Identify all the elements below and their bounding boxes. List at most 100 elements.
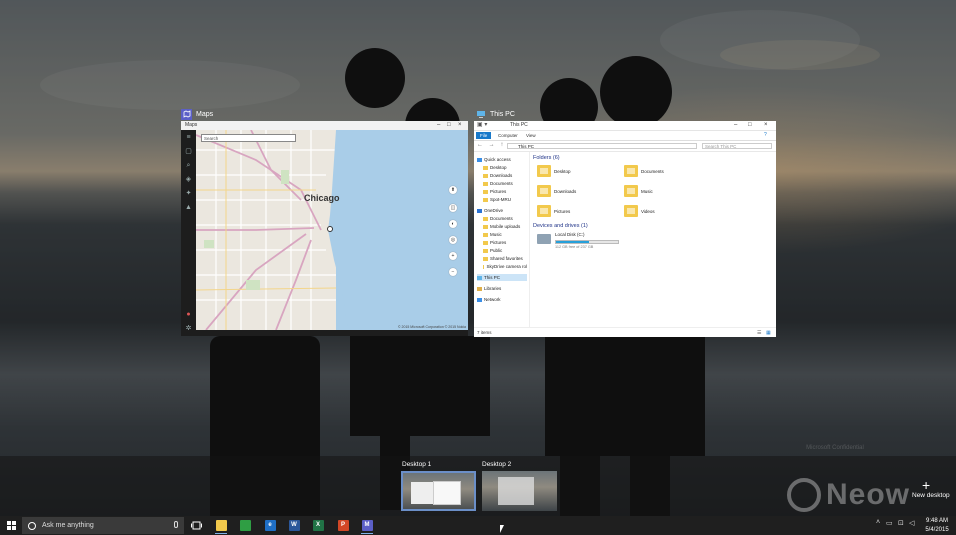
- desktop-1-label: Desktop 1: [402, 461, 432, 468]
- tilt-icon[interactable]: ◐: [449, 220, 457, 228]
- nav-item-onedrive[interactable]: OneDrive: [477, 207, 527, 214]
- nav-item-mobile-uploads[interactable]: Mobile uploads: [483, 223, 527, 230]
- folder-desktop[interactable]: Desktop: [537, 165, 571, 177]
- cortana-icon: [28, 521, 36, 530]
- close-icon[interactable]: ×: [764, 122, 768, 128]
- settings-gear-icon[interactable]: ✲: [184, 324, 193, 333]
- powerpoint-icon: P: [337, 519, 349, 531]
- traffic-icon[interactable]: ▲: [184, 203, 193, 212]
- taskbar-store-button[interactable]: [238, 518, 252, 532]
- nav-item-skydrive-camera-rol[interactable]: SkyDrive camera rol: [483, 263, 527, 270]
- maximize-icon[interactable]: □: [447, 122, 451, 128]
- folder-downloads[interactable]: Downloads: [537, 185, 576, 197]
- navigation-pane: Quick access Desktop Downloads Documents Pic…: [474, 152, 530, 327]
- help-icon[interactable]: ?: [764, 132, 767, 138]
- microphone-icon[interactable]: [174, 521, 178, 528]
- large-icons-view-icon[interactable]: ▦: [766, 328, 771, 337]
- nav-item-libraries[interactable]: Libraries: [477, 285, 527, 292]
- folder-icon: [537, 205, 551, 217]
- network-icon[interactable]: ⊡: [898, 519, 904, 527]
- details-view-icon[interactable]: ☰: [757, 328, 761, 337]
- new-desktop-plus-icon[interactable]: +: [922, 478, 930, 492]
- system-clock[interactable]: 9:48 AM 5/4/2015: [920, 517, 954, 534]
- drive-local-disk-c[interactable]: Local Disk (C:) 112 GB free of 237 GB: [537, 232, 627, 250]
- nav-item-quick-access[interactable]: Quick access: [477, 156, 527, 163]
- taskbar-maps-button[interactable]: M: [360, 518, 374, 534]
- nav-item-this-pc[interactable]: This PC: [477, 274, 527, 281]
- desktop-2-label: Desktop 2: [482, 461, 512, 468]
- task-view-button[interactable]: [189, 518, 203, 532]
- status-bar: 7 items ☰ ▦: [474, 327, 776, 337]
- tab-computer[interactable]: Computer: [494, 132, 522, 139]
- my-location-icon[interactable]: ◎: [449, 236, 457, 244]
- taskbar-powerpoint-button[interactable]: P: [336, 518, 350, 532]
- cortana-search-box[interactable]: Ask me anything: [22, 517, 184, 534]
- zoom-out-icon[interactable]: −: [449, 268, 457, 276]
- layers-icon[interactable]: ◫: [449, 204, 457, 212]
- directions-icon[interactable]: ◈: [184, 175, 193, 184]
- new-desktop-button[interactable]: New desktop: [912, 492, 950, 499]
- devices-group-header[interactable]: Devices and drives (1): [533, 223, 588, 229]
- folder-music[interactable]: Music: [624, 185, 653, 197]
- volume-icon[interactable]: ◁: [909, 519, 914, 527]
- tab-view[interactable]: View: [522, 132, 540, 139]
- nav-item-network[interactable]: Network: [477, 296, 527, 303]
- address-bar[interactable]: This PC: [507, 143, 697, 149]
- folder-icon: [483, 165, 488, 170]
- minimize-icon[interactable]: –: [437, 122, 440, 128]
- nav-item-pictures[interactable]: Pictures: [483, 239, 527, 246]
- excel-icon: X: [312, 519, 324, 531]
- drive-free-space: 112 GB free of 237 GB: [555, 245, 594, 249]
- search-icon[interactable]: ⌕: [184, 161, 193, 170]
- folder-videos[interactable]: Videos: [624, 205, 655, 217]
- hamburger-menu-icon[interactable]: ≡: [184, 133, 193, 142]
- explorer-window-title-text: This PC: [490, 110, 515, 118]
- folders-group-header[interactable]: Folders (6): [533, 155, 560, 161]
- folder-documents[interactable]: Documents: [624, 165, 664, 177]
- nav-item-spot-mru[interactable]: Spot-MRU: [483, 196, 527, 203]
- taskbar-excel-button[interactable]: X: [311, 518, 325, 532]
- folder-icon: [624, 205, 638, 217]
- desktop-2-thumbnail[interactable]: [482, 471, 557, 511]
- file-explorer-icon: [215, 519, 227, 531]
- nav-item-desktop[interactable]: Desktop: [483, 164, 527, 171]
- nav-item-shared-favorites[interactable]: Shared favorites: [483, 255, 527, 262]
- taskbar-browser-button[interactable]: e: [263, 518, 277, 532]
- action-center-icon[interactable]: ▭: [886, 519, 893, 527]
- minimize-icon[interactable]: –: [734, 122, 737, 128]
- zoom-in-icon[interactable]: +: [449, 252, 457, 260]
- map-search-input[interactable]: Search: [201, 134, 296, 142]
- folder-pictures[interactable]: Pictures: [537, 205, 570, 217]
- close-icon[interactable]: ×: [458, 122, 462, 128]
- folder-icon: [483, 248, 488, 253]
- map-canvas[interactable]: Search Chicago ⬆ ◫ ◐ ◎ + − © 2015 Micros…: [196, 130, 468, 330]
- file-explorer-window-thumbnail[interactable]: ▣ ▾ This PC – □ × File Computer View ? ←…: [474, 121, 776, 337]
- maximize-icon[interactable]: □: [748, 122, 752, 128]
- back-forward-up-icons[interactable]: ← → ↑: [477, 142, 505, 148]
- explorer-window-title[interactable]: This PC: [475, 107, 515, 121]
- task-view-icon: [190, 521, 202, 529]
- maps-window-title[interactable]: Maps: [181, 107, 213, 121]
- compass-icon[interactable]: ⬆: [449, 186, 457, 194]
- nav-item-documents[interactable]: Documents: [483, 180, 527, 187]
- pin-icon[interactable]: ●: [184, 310, 193, 319]
- maps-window-thumbnail[interactable]: Maps – □ × ≡ ▢ ⌕ ◈ ✦ ▲ ● ✲ Search Chicag…: [181, 121, 468, 336]
- taskbar-file-explorer-button[interactable]: [214, 518, 228, 534]
- search-input[interactable]: Search This PC: [702, 143, 772, 149]
- nav-item-public[interactable]: Public: [483, 247, 527, 254]
- nav-item-pictures[interactable]: Pictures: [483, 188, 527, 195]
- nav-item-documents[interactable]: Documents: [483, 215, 527, 222]
- folder-icon: [624, 165, 638, 177]
- tray-overflow-icon[interactable]: ˄: [876, 519, 880, 526]
- map-view-icon[interactable]: ▢: [184, 147, 193, 156]
- tab-file[interactable]: File: [476, 132, 492, 139]
- nav-item-music[interactable]: Music: [483, 231, 527, 238]
- desktop-1-thumbnail[interactable]: [401, 471, 476, 511]
- quick-access-toolbar-icon[interactable]: ▣ ▾: [477, 121, 487, 128]
- favorites-icon[interactable]: ✦: [184, 189, 193, 198]
- start-button[interactable]: [0, 516, 22, 535]
- nav-item-downloads[interactable]: Downloads: [483, 172, 527, 179]
- folder-icon: [483, 181, 488, 186]
- hard-drive-icon: [537, 234, 551, 244]
- taskbar-word-button[interactable]: W: [287, 518, 301, 532]
